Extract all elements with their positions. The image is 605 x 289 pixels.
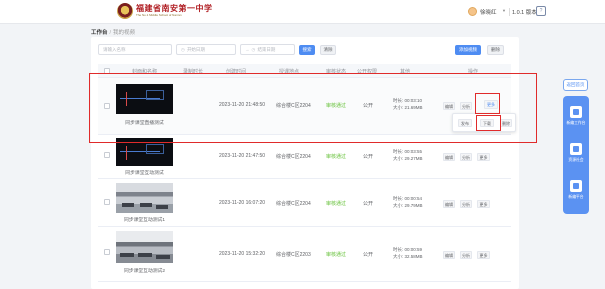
- end-date-input[interactable]: → ◷ 结束日期: [240, 44, 295, 55]
- permission: 公开: [363, 154, 374, 160]
- duration: 时长: 00:03:55: [393, 149, 423, 154]
- calendar-icon: ◷: [181, 47, 185, 52]
- side-tool-label: 新编平台: [568, 195, 584, 199]
- school-emblem-icon: [117, 3, 133, 19]
- location: 综合楼C区2204: [276, 154, 311, 160]
- more-button[interactable]: 更多: [477, 251, 490, 259]
- add-video-button[interactable]: 添加视频: [455, 45, 481, 55]
- created-time: 2023-11-20 15:32:20: [219, 251, 266, 257]
- permission: 公开: [363, 201, 374, 207]
- help-icon[interactable]: ?: [536, 6, 546, 16]
- permission: 公开: [363, 252, 374, 258]
- edit-button[interactable]: 编辑: [443, 200, 455, 208]
- location: 综合楼C区2203: [276, 252, 311, 258]
- breadcrumb-root[interactable]: 工作台: [91, 30, 108, 36]
- duration: 时长: 00:00:54: [393, 196, 423, 201]
- breadcrumb: 工作台 / 我的视频: [91, 28, 135, 36]
- top-header: 福建省南安第一中学 The No.1 Middle School of Nan'…: [0, 0, 605, 24]
- analyze-button[interactable]: 分析: [460, 200, 472, 208]
- logo-subtitle: The No.1 Middle School of Nan'an: [136, 13, 182, 17]
- resource-icon: [570, 143, 582, 155]
- file-size: 大小: 29.27MB: [393, 156, 423, 161]
- back-home-button[interactable]: 返回首页: [563, 79, 588, 91]
- school-logo[interactable]: 福建省南安第一中学 The No.1 Middle School of Nan'…: [117, 3, 215, 20]
- video-title[interactable]: 同步课堂互动测试2: [116, 267, 173, 274]
- user-name[interactable]: 徐晓红: [480, 8, 497, 16]
- header-divider: [509, 8, 510, 16]
- analyze-button[interactable]: 分析: [460, 153, 472, 161]
- video-title[interactable]: 同步课堂互动测试1: [116, 216, 173, 223]
- side-tool-label: 新编工作台: [566, 121, 586, 125]
- annotation-highlight-more: [475, 93, 500, 114]
- review-status: 审核通过: [326, 154, 347, 160]
- file-size: 大小: 29.79MB: [393, 203, 423, 208]
- workbench-icon: [570, 106, 582, 118]
- table-row[interactable]: 同步课堂互动测试1 2023-11-20 16:07:20 综合楼C区2204 …: [98, 179, 511, 227]
- row-checkbox[interactable]: [104, 199, 110, 205]
- annotation-highlight-row: [89, 73, 537, 143]
- side-toolbar: 新编工作台 资源社会 新编平台: [563, 96, 589, 214]
- search-button[interactable]: 搜索: [299, 45, 315, 55]
- created-time: 2023-11-20 21:47:50: [219, 153, 266, 159]
- row-checkbox[interactable]: [104, 152, 110, 158]
- file-size: 大小: 32.58MB: [393, 254, 423, 259]
- user-avatar[interactable]: [468, 7, 477, 16]
- video-title[interactable]: 同步课堂互动测试: [116, 169, 173, 176]
- video-thumbnail[interactable]: [116, 183, 173, 213]
- version-label: 1.0.1 版本: [512, 10, 537, 16]
- edit-button[interactable]: 编辑: [443, 153, 455, 161]
- clear-button[interactable]: 清除: [320, 45, 336, 55]
- side-tool-label: 资源社会: [568, 158, 584, 162]
- created-time: 2023-11-20 16:07:20: [219, 200, 266, 206]
- end-date-placeholder: 结束日期: [257, 47, 276, 52]
- platform-icon: [570, 180, 582, 192]
- duration: 时长: 00:00:59: [393, 247, 423, 252]
- row-checkbox[interactable]: [104, 249, 110, 255]
- calendar-icon: ◷: [251, 47, 256, 52]
- arrow-icon: →: [245, 47, 250, 52]
- more-button[interactable]: 更多: [477, 153, 490, 161]
- table-row[interactable]: 同步课堂互动测试2 2023-11-20 15:32:20 综合楼C区2203 …: [98, 227, 511, 282]
- edit-button[interactable]: 编辑: [443, 251, 455, 259]
- start-date-input[interactable]: ◷ 开始日期: [176, 44, 236, 55]
- review-status: 审核通过: [326, 201, 347, 207]
- breadcrumb-current: 我的视频: [113, 30, 136, 36]
- review-status: 审核通过: [326, 252, 347, 258]
- more-button[interactable]: 更多: [477, 200, 490, 208]
- breadcrumb-separator: /: [109, 30, 112, 36]
- chevron-down-icon[interactable]: ▼: [502, 8, 506, 13]
- delete-button[interactable]: 删除: [487, 45, 504, 55]
- annotation-highlight-download: [476, 115, 501, 131]
- start-date-placeholder: 开始日期: [186, 47, 205, 52]
- video-thumbnail[interactable]: [116, 231, 173, 263]
- location: 综合楼C区2204: [276, 201, 311, 207]
- name-placeholder: 请输入名称: [103, 47, 126, 52]
- analyze-button[interactable]: 分析: [460, 251, 472, 259]
- search-name-input[interactable]: 请输入名称: [98, 44, 172, 55]
